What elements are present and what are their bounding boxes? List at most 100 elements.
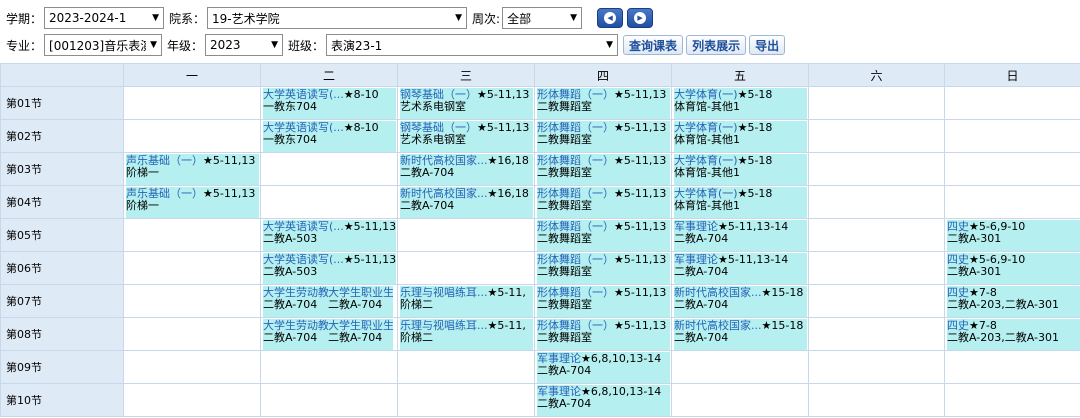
course-weeks: ★5-11,13 [343,253,396,266]
course-entry[interactable]: 大学生职业生涯二教A-704 [328,319,393,350]
course-entry[interactable]: 乐理与视唱练耳...★5-11, 阶梯二 [400,319,533,350]
course-entry[interactable]: 大学体育(一)★5-18 体育馆-其他1 [674,154,807,185]
course-entry[interactable]: 军事理论★6,8,10,13-14 二教A-704 [537,352,670,383]
course-entry[interactable]: 新时代高校国家...★15-18 二教A-704 [674,319,807,350]
course-entry[interactable]: 形体舞蹈（一）★5-11,13 二教舞蹈室 [537,220,670,251]
day-header: 一 [123,63,261,87]
course-weeks: ★16,18 [487,187,529,200]
schedule-cell: 大学体育(一)★5-18 体育馆-其他1 [671,185,809,219]
course-room: 二教A-704 [537,397,592,410]
schedule-cell [671,350,809,384]
timetable-header: 一 二 三 四 五 六 日 [0,63,1080,87]
course-entry[interactable]: 军事理论★5-11,13-14 二教A-704 [674,220,807,251]
schedule-cell [808,185,945,219]
course-room: 二教舞蹈室 [537,232,592,245]
course-room: 二教A-301 [947,232,1002,245]
course-entry[interactable]: 形体舞蹈（一）★5-11,13 二教舞蹈室 [537,253,670,284]
query-schedule-button[interactable]: 查询课表 [623,35,684,55]
course-entry[interactable]: 形体舞蹈（一）★5-11,13 二教舞蹈室 [537,154,670,185]
course-entry[interactable]: 大学体育(一)★5-18 体育馆-其他1 [674,88,807,119]
course-weeks: ★5-11,13 [614,187,667,200]
course-entry[interactable]: 钢琴基础（一）★5-11,13 艺术系电钢室 [400,121,533,152]
course-entry[interactable]: 大学生劳动教育二教A-704 [263,319,328,350]
course-weeks: ★5-11, [487,286,526,299]
course-entry[interactable]: 大学英语读写(...★8-10 一教东704 [263,121,396,152]
day-header: 日 [944,63,1080,87]
course-entry[interactable]: 形体舞蹈（一）★5-11,13 二教舞蹈室 [537,88,670,119]
schedule-cell [944,383,1080,417]
schedule-cell [397,350,535,384]
schedule-cell [123,251,261,285]
course-weeks: ★5-18 [737,154,773,167]
period-label: 第01节 [0,86,124,120]
course-entry[interactable]: 声乐基础（一）★5-11,13 阶梯一 [126,154,259,185]
dept-select[interactable]: 19-艺术学院 ▼ [207,7,468,29]
course-entry[interactable]: 四史★5-6,9-10 二教A-301 [947,220,1080,251]
course-room: 二教舞蹈室 [537,265,592,278]
course-entry[interactable]: 新时代高校国家...★15-18 二教A-704 [674,286,807,317]
schedule-cell: 形体舞蹈（一）★5-11,13 二教舞蹈室 [534,119,672,153]
schedule-cell [123,218,261,252]
course-room: 体育馆-其他1 [674,199,740,212]
schedule-cell: 军事理论★6,8,10,13-14 二教A-704 [534,350,672,384]
course-entry[interactable]: 大学生职业生涯二教A-704 [328,286,393,317]
list-view-button[interactable]: 列表展示 [686,35,747,55]
next-week-button[interactable]: ▶ [627,8,654,28]
course-entry[interactable]: 军事理论★5-11,13-14 二教A-704 [674,253,807,284]
course-entry[interactable]: 四史★5-6,9-10 二教A-301 [947,253,1080,284]
week-select[interactable]: 全部 ▼ [502,7,583,29]
schedule-cell [123,119,261,153]
schedule-cell [808,350,945,384]
course-entry[interactable]: 大学英语读写(...★5-11,13 二教A-503 [263,253,396,284]
table-row: 第05节 大学英语读写(...★5-11,13 二教A-503 形体舞蹈（一）★5-1… [0,218,1080,252]
course-weeks: ★5-11, [487,319,526,332]
course-entry[interactable]: 四史★7-8 二教A-203,二教A-301 [947,286,1080,317]
schedule-cell [123,86,261,120]
course-entry[interactable]: 大学体育(一)★5-18 体育馆-其他1 [674,121,807,152]
course-entry[interactable]: 声乐基础（一）★5-11,13 阶梯一 [126,187,259,218]
course-entry[interactable]: 钢琴基础（一）★5-11,13 艺术系电钢室 [400,88,533,119]
major-select-value: [001203]音乐表演 [49,38,147,53]
schedule-cell [944,119,1080,153]
grade-label: 年级： [167,38,204,53]
day-header: 五 [671,63,809,87]
course-entry[interactable]: 新时代高校国家...★16,18 二教A-704 [400,154,533,185]
course-entry[interactable]: 军事理论★6,8,10,13-14 二教A-704 [537,385,670,416]
course-room: 二教A-704 [400,166,455,179]
course-entry[interactable]: 形体舞蹈（一）★5-11,13 二教舞蹈室 [537,121,670,152]
prev-week-button[interactable]: ◀ [597,8,624,28]
course-entry[interactable]: 大学体育(一)★5-18 体育馆-其他1 [674,187,807,218]
major-select[interactable]: [001203]音乐表演 ▼ [44,34,163,56]
course-entry[interactable]: 新时代高校国家...★16,18 二教A-704 [400,187,533,218]
course-weeks: ★6,8,10,13-14 [581,352,662,365]
schedule-cell [260,185,398,219]
schedule-cell [808,152,945,186]
chevron-down-icon: ▼ [606,40,614,50]
chevron-left-icon: ◀ [604,12,617,24]
course-room: 体育馆-其他1 [674,100,740,113]
period-label: 第06节 [0,251,124,285]
course-entry[interactable]: 形体舞蹈（一）★5-11,13 二教舞蹈室 [537,187,670,218]
course-entry[interactable]: 乐理与视唱练耳...★5-11, 阶梯二 [400,286,533,317]
grade-select[interactable]: 2023 ▼ [205,34,284,56]
class-select[interactable]: 表演23-1 ▼ [326,34,619,56]
course-weeks: ★8-10 [343,121,379,134]
course-entry[interactable]: 四史★7-8 二教A-203,二教A-301 [947,319,1080,350]
schedule-cell: 大学生劳动教育二教A-704大学生职业生涯二教A-704 [260,284,398,318]
course-entry[interactable]: 大学生劳动教育二教A-704 [263,286,328,317]
course-entry[interactable]: 形体舞蹈（一）★5-11,13 二教舞蹈室 [537,286,670,317]
week-select-value: 全部 [507,11,532,26]
course-room: 阶梯二 [400,331,433,344]
course-entry[interactable]: 形体舞蹈（一）★5-11,13 二教舞蹈室 [537,319,670,350]
schedule-cell: 大学体育(一)★5-18 体育馆-其他1 [671,152,809,186]
schedule-cell [944,152,1080,186]
course-room: 体育馆-其他1 [674,133,740,146]
course-entry[interactable]: 大学英语读写(...★8-10 一教东704 [263,88,396,119]
course-room: 二教A-704 [674,232,729,245]
term-select[interactable]: 2023-2024-1 ▼ [44,7,165,29]
class-select-value: 表演23-1 [331,38,383,53]
table-row: 第07节大学生劳动教育二教A-704大学生职业生涯二教A-704乐理与视唱练耳.… [0,284,1080,318]
day-header: 三 [397,63,535,87]
export-button[interactable]: 导出 [749,35,786,55]
course-entry[interactable]: 大学英语读写(...★5-11,13 二教A-503 [263,220,396,251]
